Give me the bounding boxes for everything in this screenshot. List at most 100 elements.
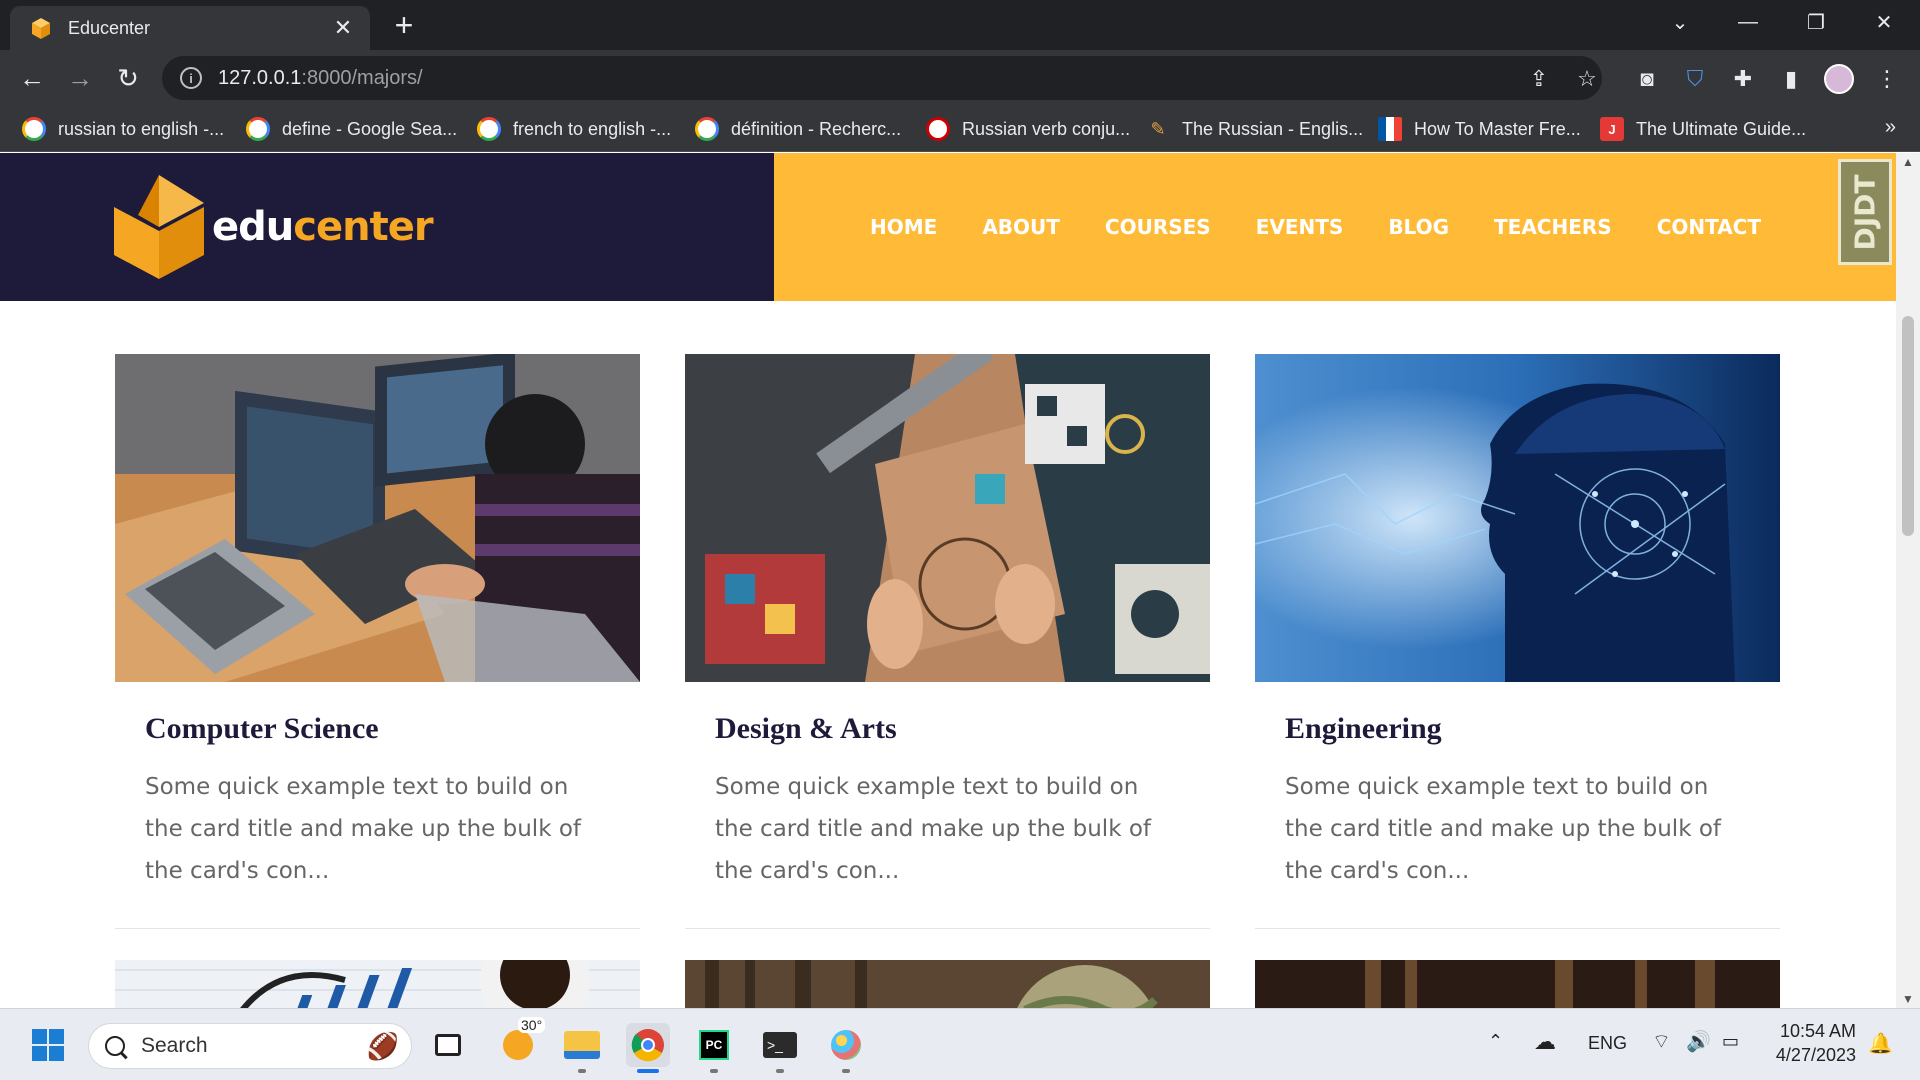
google-icon — [477, 117, 501, 141]
bookmark-item[interactable]: define - Google Sea... — [246, 114, 457, 144]
scrollbar-thumb[interactable] — [1902, 316, 1914, 536]
google-icon — [22, 117, 46, 141]
battery-icon[interactable]: ▭ — [1722, 1031, 1739, 1052]
major-card[interactable]: Engineering Some quick example text to b… — [1255, 354, 1780, 929]
close-window-icon[interactable]: ✕ — [1850, 0, 1918, 44]
clock-date[interactable]: 4/27/2023 — [1770, 1045, 1856, 1066]
major-card-partial[interactable] — [115, 960, 640, 1008]
scroll-down-icon[interactable]: ▼ — [1896, 992, 1920, 1006]
extensions-puzzle-icon[interactable]: ✚ — [1728, 64, 1758, 94]
paint-icon[interactable] — [824, 1023, 868, 1073]
language-indicator[interactable]: ENG — [1588, 1033, 1627, 1054]
windows-start-icon[interactable] — [26, 1023, 70, 1067]
new-tab-button[interactable]: + — [386, 8, 422, 44]
card-title[interactable]: Engineering — [1285, 712, 1750, 746]
nav-teachers[interactable]: TEACHERS — [1494, 215, 1612, 239]
volume-icon[interactable]: 🔊 — [1686, 1029, 1711, 1054]
bookmark-item[interactable]: définition - Recherc... — [695, 114, 901, 144]
bookshelf-image — [1255, 960, 1780, 1008]
french-flag-icon — [1378, 117, 1402, 141]
taskbar-search[interactable]: Search 🏈 — [88, 1023, 412, 1069]
computer-science-image — [115, 354, 640, 682]
menu-kebab-icon[interactable]: ⋮ — [1872, 64, 1902, 94]
back-arrow-icon[interactable]: ← — [14, 60, 50, 96]
card-text: Some quick example text to build on the … — [145, 774, 581, 884]
file-explorer-icon[interactable] — [560, 1023, 604, 1073]
more-bookmarks-icon[interactable]: » — [1885, 116, 1896, 139]
quill-icon: ✎ — [1150, 118, 1166, 139]
card-title[interactable]: Design & Arts — [715, 712, 1180, 746]
browser-tab-bar: Educenter ✕ + ⌄ — ❐ ✕ — [0, 0, 1920, 50]
pycharm-icon[interactable]: PC — [692, 1023, 736, 1073]
weather-temp: 30° — [518, 1017, 546, 1033]
clock-time[interactable]: 10:54 AM — [1776, 1021, 1856, 1042]
task-view-icon[interactable] — [426, 1023, 470, 1067]
google-icon — [695, 117, 719, 141]
bookmark-item[interactable]: french to english -... — [477, 114, 671, 144]
bookmark-item[interactable]: How To Master Fre... — [1378, 114, 1581, 144]
bookmarks-bar: russian to english -... define - Google … — [0, 106, 1920, 152]
tab-search-icon[interactable]: ⌄ — [1646, 0, 1714, 44]
windows-taskbar: Search 🏈 30° PC >_ ⌃ ☁ ENG ⌔ 🔊 ▭ 10:54 A… — [0, 1008, 1920, 1080]
forward-arrow-icon[interactable]: → — [62, 60, 98, 96]
terminal-icon[interactable]: >_ — [758, 1023, 802, 1073]
engineering-image — [1255, 354, 1780, 682]
minimize-icon[interactable]: — — [1714, 0, 1782, 44]
card-body: Computer Science Some quick example text… — [115, 682, 640, 929]
major-card-partial[interactable] — [685, 960, 1210, 1008]
major-card-partial[interactable] — [1255, 960, 1780, 1008]
globe-library-image — [685, 960, 1210, 1008]
card-body: Engineering Some quick example text to b… — [1255, 682, 1780, 929]
bookmark-item[interactable]: Russian verb conju... — [926, 114, 1130, 144]
bookmark-item[interactable]: russian to english -... — [22, 114, 224, 144]
site-header: educenter HOME ABOUT COURSES EVENTS BLOG… — [0, 153, 1896, 301]
url-text[interactable]: 127.0.0.1:8000/majors/ — [218, 67, 423, 90]
nav-contact[interactable]: CONTACT — [1657, 215, 1761, 239]
bookmark-item[interactable]: J The Ultimate Guide... — [1600, 114, 1806, 144]
card-text: Some quick example text to build on the … — [1285, 774, 1721, 884]
site-logo[interactable]: educenter — [114, 175, 434, 279]
django-debug-toolbar-handle[interactable]: DJDT — [1838, 159, 1892, 265]
nav-about[interactable]: ABOUT — [982, 215, 1060, 239]
wifi-icon[interactable]: ⌔ — [1652, 1029, 1671, 1054]
page-viewport: educenter HOME ABOUT COURSES EVENTS BLOG… — [0, 153, 1896, 1008]
design-arts-image — [685, 354, 1210, 682]
google-icon — [246, 117, 270, 141]
restore-icon[interactable]: ❐ — [1782, 0, 1850, 44]
onedrive-icon[interactable]: ☁ — [1534, 1029, 1556, 1055]
j-icon: J — [1600, 117, 1624, 141]
card-text: Some quick example text to build on the … — [715, 774, 1151, 884]
nav-home[interactable]: HOME — [870, 215, 937, 239]
weather-widget-icon[interactable]: 30° — [496, 1017, 546, 1067]
search-icon — [105, 1036, 125, 1056]
chrome-icon[interactable] — [626, 1023, 670, 1073]
scroll-up-icon[interactable]: ▲ — [1896, 155, 1920, 169]
camera-extension-icon[interactable]: ◙ — [1632, 64, 1662, 94]
nav-blog[interactable]: BLOG — [1388, 215, 1449, 239]
share-icon[interactable]: ⇪ — [1524, 64, 1554, 94]
card-title[interactable]: Computer Science — [145, 712, 610, 746]
site-info-icon[interactable]: i — [180, 67, 202, 89]
major-card[interactable]: Design & Arts Some quick example text to… — [685, 354, 1210, 929]
logo-text: educenter — [212, 204, 434, 250]
bookmark-star-icon[interactable]: ☆ — [1572, 64, 1602, 94]
main-nav: HOME ABOUT COURSES EVENTS BLOG TEACHERS … — [870, 153, 1806, 301]
side-panel-icon[interactable]: ▮ — [1776, 64, 1806, 94]
browser-tab-educenter[interactable]: Educenter ✕ — [10, 6, 370, 50]
card-body: Design & Arts Some quick example text to… — [685, 682, 1210, 929]
nav-events[interactable]: EVENTS — [1256, 215, 1344, 239]
show-hidden-icons-icon[interactable]: ⌃ — [1488, 1031, 1503, 1052]
profile-avatar[interactable] — [1824, 64, 1854, 94]
notification-bell-icon[interactable]: 🔔 — [1868, 1031, 1893, 1056]
page-scrollbar[interactable]: ▲ ▼ — [1896, 153, 1920, 1008]
bookmark-item[interactable]: ✎ The Russian - Englis... — [1146, 114, 1363, 144]
reload-icon[interactable]: ↻ — [110, 60, 146, 96]
shield-extension-icon[interactable]: ⛉ — [1680, 64, 1710, 94]
educenter-favicon-icon — [32, 18, 50, 39]
cube-logo-icon — [114, 175, 204, 279]
nav-courses[interactable]: COURSES — [1105, 215, 1211, 239]
business-chart-image — [115, 960, 640, 1008]
major-card[interactable]: Computer Science Some quick example text… — [115, 354, 640, 929]
tab-close-icon[interactable]: ✕ — [330, 15, 356, 41]
address-bar[interactable]: i 127.0.0.1:8000/majors/ — [162, 56, 1602, 100]
